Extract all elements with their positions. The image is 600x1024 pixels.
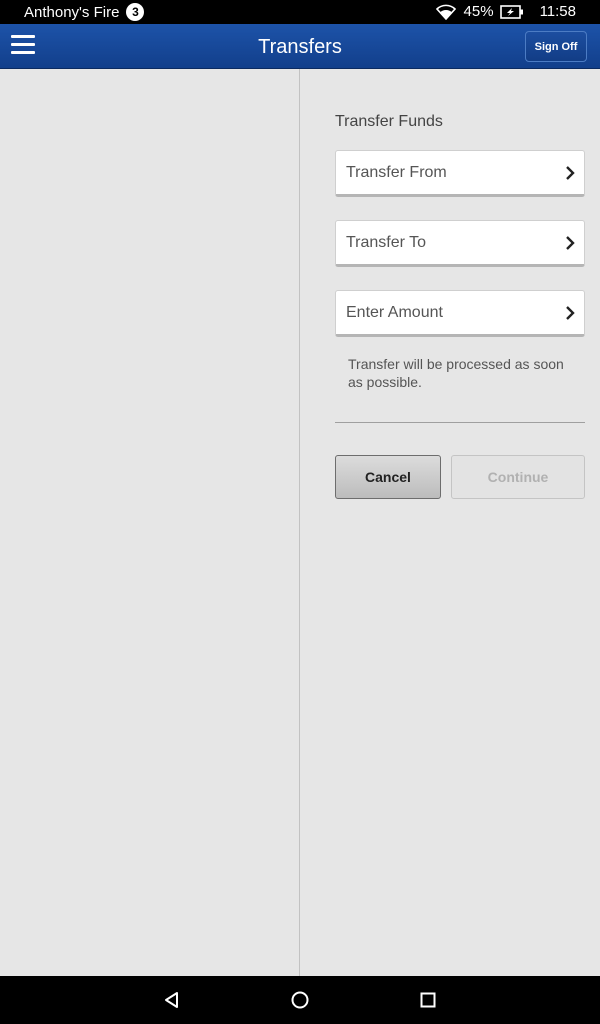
chevron-right-icon	[566, 166, 575, 180]
chevron-right-icon	[566, 236, 575, 250]
transfer-to-label: Transfer To	[346, 234, 427, 251]
clock: 11:58	[539, 3, 576, 20]
notification-count-badge: 3	[126, 3, 145, 21]
wifi-icon	[435, 4, 456, 20]
section-title: Transfer Funds	[335, 113, 443, 130]
battery-charging-icon	[499, 4, 523, 19]
cancel-button[interactable]: Cancel	[335, 455, 441, 499]
notification-text: Anthony's Fire	[24, 3, 120, 21]
notification-area: Anthony's Fire 3	[24, 3, 145, 21]
system-status: 45% 11:58	[435, 3, 576, 20]
page-title: Transfers	[258, 36, 342, 58]
app-header: Transfers Sign Off	[0, 24, 600, 69]
continue-button[interactable]: Continue	[451, 455, 585, 499]
sign-off-button[interactable]: Sign Off	[525, 31, 587, 62]
chevron-right-icon	[566, 306, 575, 320]
transfer-pane: Transfer Funds Transfer From Transfer To…	[301, 69, 600, 976]
back-triangle-icon[interactable]	[162, 990, 182, 1010]
status-bar: Anthony's Fire 3 45% 11:58	[0, 0, 600, 24]
divider	[335, 422, 585, 423]
left-pane	[0, 69, 300, 976]
battery-percent: 45%	[463, 3, 494, 20]
processing-note: Transfer will be processed as soon as po…	[348, 356, 564, 390]
transfer-to-selector[interactable]: Transfer To	[335, 220, 585, 267]
enter-amount-label: Enter Amount	[346, 304, 443, 321]
system-nav-bar	[0, 976, 600, 1024]
home-circle-icon[interactable]	[290, 990, 310, 1010]
recent-apps-square-icon[interactable]	[418, 990, 438, 1010]
transfer-from-label: Transfer From	[346, 164, 447, 181]
transfer-from-selector[interactable]: Transfer From	[335, 150, 585, 197]
enter-amount-selector[interactable]: Enter Amount	[335, 290, 585, 337]
